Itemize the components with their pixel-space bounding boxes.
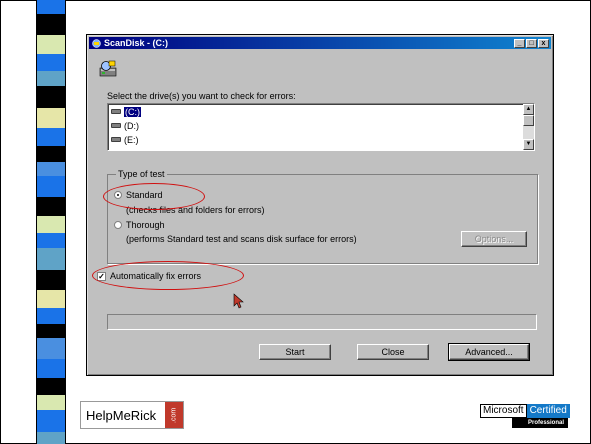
- thorough-radio[interactable]: [114, 221, 122, 229]
- stripe-segment: [37, 410, 65, 432]
- scroll-up-arrow-icon[interactable]: ▲: [523, 104, 534, 115]
- stripe-segment: [37, 432, 65, 444]
- window-controls: _ □ x: [514, 38, 549, 48]
- stripe-segment: [37, 71, 65, 86]
- drive-list[interactable]: (C:) (D:) (E:) ▲ ▼: [107, 103, 535, 151]
- microsoft-certified-logo: Microsoft Certified Professional: [480, 404, 570, 431]
- stripe-segment: [37, 0, 65, 14]
- stripe-segment: [37, 290, 65, 308]
- professional-logo-text: Professional: [512, 418, 568, 428]
- mouse-cursor-icon: [233, 293, 244, 309]
- hard-drive-icon: [111, 137, 121, 142]
- helpmerick-logo: HelpMeRick .com: [80, 401, 184, 429]
- window-title: ScanDisk - (C:): [104, 38, 169, 48]
- drive-item-c[interactable]: (C:): [111, 106, 141, 117]
- certified-logo-text: Certified: [526, 404, 570, 418]
- hard-drive-icon: [111, 109, 121, 114]
- drive-label: (E:): [124, 134, 139, 145]
- helpmerick-logo-text: HelpMeRick: [86, 407, 157, 423]
- options-button[interactable]: Options...: [461, 231, 527, 247]
- title-bar[interactable]: ScanDisk - (C:) _ □ x: [89, 37, 551, 49]
- stripe-segment: [37, 216, 65, 233]
- stripe-segment: [37, 338, 65, 359]
- stripe-segment: [37, 197, 65, 216]
- stripe-segment: [37, 54, 65, 71]
- annotation-circle-standard: [103, 183, 205, 210]
- scandisk-app-icon: [92, 38, 101, 48]
- stripe-segment: [37, 308, 65, 324]
- stripe-segment: [37, 359, 65, 378]
- scroll-down-arrow-icon[interactable]: ▼: [523, 139, 534, 150]
- stripe-segment: [37, 233, 65, 248]
- drive-label: (C:): [124, 106, 141, 117]
- advanced-button[interactable]: Advanced...: [448, 343, 530, 361]
- helpmerick-logo-suffix: .com: [165, 402, 183, 428]
- test-type-title: Type of test: [116, 169, 167, 179]
- start-button[interactable]: Start: [259, 344, 331, 360]
- drive-item-e[interactable]: (E:): [111, 134, 139, 145]
- stripe-segment: [37, 146, 65, 162]
- maximize-button[interactable]: □: [526, 38, 537, 48]
- stripe-segment: [37, 35, 65, 54]
- scroll-thumb[interactable]: [523, 115, 534, 126]
- hard-drive-icon: [111, 123, 121, 128]
- minimize-button[interactable]: _: [514, 38, 525, 48]
- scandisk-magnifier-icon: [99, 60, 117, 77]
- stripe-segment: [37, 395, 65, 410]
- drive-label: (D:): [124, 120, 139, 131]
- close-button[interactable]: Close: [357, 344, 429, 360]
- stripe-segment: [37, 176, 65, 197]
- stripe-segment: [37, 162, 65, 176]
- decorative-stripe-bar: [36, 0, 66, 444]
- thorough-label[interactable]: Thorough: [126, 220, 165, 230]
- stripe-segment: [37, 248, 65, 270]
- stripe-segment: [37, 86, 65, 108]
- stripe-segment: [37, 270, 65, 290]
- drive-item-d[interactable]: (D:): [111, 120, 139, 131]
- stripe-segment: [37, 108, 65, 128]
- drive-list-scrollbar[interactable]: ▲ ▼: [523, 104, 534, 150]
- close-window-button[interactable]: x: [538, 38, 549, 48]
- stripe-segment: [37, 378, 65, 395]
- drive-select-prompt: Select the drive(s) you want to check fo…: [107, 91, 296, 101]
- stripe-segment: [37, 324, 65, 338]
- annotation-circle-autofix: [92, 261, 244, 290]
- microsoft-logo-text: Microsoft: [480, 404, 527, 418]
- progress-bar: [107, 314, 537, 330]
- stripe-segment: [37, 14, 65, 35]
- thorough-description: (performs Standard test and scans disk s…: [126, 234, 357, 244]
- stripe-segment: [37, 128, 65, 146]
